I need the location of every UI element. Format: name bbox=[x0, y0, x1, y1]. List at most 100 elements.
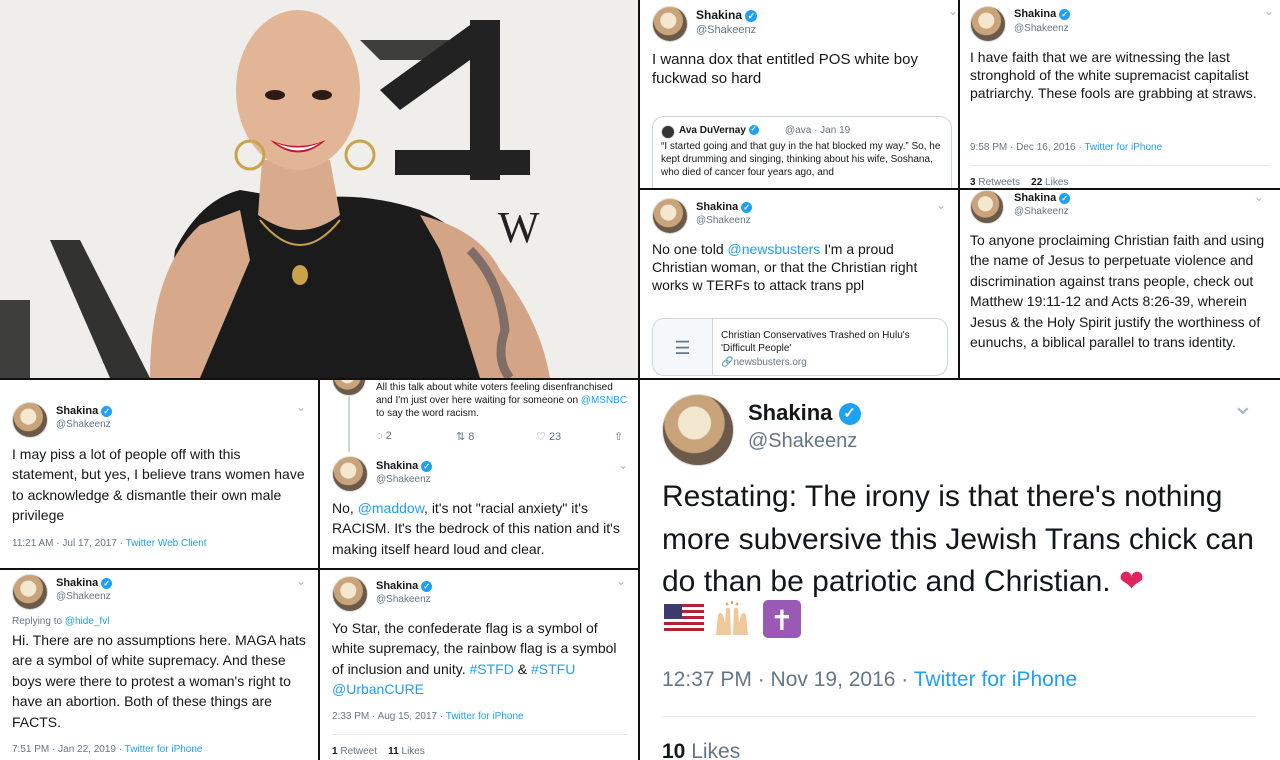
mention-link[interactable]: @MSNBC bbox=[581, 395, 627, 406]
tweet-text: No, @maddow, it's not "racial anxiety" i… bbox=[332, 500, 620, 557]
chevron-down-icon[interactable]: ⌄ bbox=[296, 574, 306, 588]
link-card[interactable]: ☰ Christian Conservatives Trashed on Hul… bbox=[652, 318, 948, 376]
tweet-text: To anyone proclaiming Christian faith an… bbox=[970, 232, 1265, 351]
chevron-down-icon[interactable]: ⌄ bbox=[296, 400, 306, 414]
tweet-text: Yo Star, the confederate flag is a symbo… bbox=[332, 620, 617, 698]
link-icon: 🔗 bbox=[721, 357, 734, 368]
timestamp[interactable]: 9:58 PM · Dec 16, 2016 · Twitter for iPh… bbox=[970, 142, 1162, 153]
engagement-stats[interactable]: 10 Likes bbox=[662, 740, 740, 760]
parent-avatar[interactable] bbox=[332, 380, 366, 396]
tweet-card-flag[interactable]: Shakina ✓ @Shakeenz ⌄ Yo Star, the confe… bbox=[320, 570, 638, 760]
display-name[interactable]: Shakina ✓ bbox=[376, 580, 433, 592]
verified-badge-icon: ✓ bbox=[1059, 192, 1071, 204]
engagement-stats[interactable]: 1 Retweet 11 Likes bbox=[332, 746, 425, 757]
verified-badge-icon: ✓ bbox=[748, 125, 759, 136]
mention-link[interactable]: @UrbanCURE bbox=[332, 681, 424, 697]
avatar[interactable] bbox=[332, 456, 368, 492]
username[interactable]: @Shakeenz bbox=[56, 591, 111, 602]
username[interactable]: @Shakeenz bbox=[376, 474, 431, 485]
tweet-text: Hi. There are no assumptions here. MAGA … bbox=[12, 632, 306, 730]
verified-badge-icon: ✓ bbox=[745, 9, 758, 22]
verified-badge-icon: ✓ bbox=[421, 580, 433, 592]
timestamp[interactable]: 2:33 PM · Aug 15, 2017 · Twitter for iPh… bbox=[332, 711, 524, 722]
username[interactable]: @Shakeenz bbox=[1014, 206, 1069, 217]
timestamp[interactable]: 11:21 AM · Jul 17, 2017 · Twitter Web Cl… bbox=[12, 538, 207, 549]
verified-badge-icon: ✓ bbox=[838, 403, 861, 426]
share-icon[interactable]: ⇧ bbox=[614, 430, 623, 443]
display-name[interactable]: Shakina ✓ bbox=[56, 577, 113, 589]
timestamp[interactable]: 7:51 PM · Jan 22, 2019 · Twitter for iPh… bbox=[12, 744, 202, 755]
tweet-card-eunuchs[interactable]: Shakina ✓ @Shakeenz ⌄ To anyone proclaim… bbox=[960, 190, 1280, 378]
username[interactable]: @Shakeenz bbox=[696, 215, 751, 226]
mention-link[interactable]: @maddow bbox=[358, 500, 424, 516]
quoted-handle: @ava · Jan 19 bbox=[785, 125, 851, 136]
engagement-stats[interactable]: 3 Retweets 22 Likes bbox=[970, 177, 1068, 188]
reply-icon: ◌ bbox=[376, 430, 383, 442]
wall-letters: W bbox=[498, 203, 540, 252]
chevron-down-icon[interactable]: ⌄ bbox=[618, 458, 628, 472]
parent-tweet-text: All this talk about white voters feeling… bbox=[376, 382, 628, 419]
mention-link[interactable]: @hide_fvl bbox=[65, 616, 110, 627]
divider bbox=[662, 716, 1256, 717]
display-name[interactable]: Shakina ✓ bbox=[56, 405, 113, 417]
display-name[interactable]: Shakina ✓ bbox=[696, 201, 753, 213]
verified-badge-icon: ✓ bbox=[101, 577, 113, 589]
username[interactable]: @Shakeenz bbox=[748, 430, 857, 453]
portrait-photo bbox=[0, 0, 638, 378]
tweet-text: Restating: The irony is that there's not… bbox=[662, 480, 1254, 599]
username[interactable]: @Shakeenz bbox=[696, 24, 756, 36]
article-icon: ☰ bbox=[653, 319, 713, 375]
username[interactable]: @Shakeenz bbox=[56, 419, 111, 430]
card-domain: 🔗newsbusters.org bbox=[721, 357, 807, 368]
display-name[interactable]: Shakina ✓ bbox=[1014, 8, 1071, 20]
chevron-down-icon[interactable]: ⌄ bbox=[1254, 190, 1264, 204]
avatar[interactable] bbox=[652, 198, 688, 234]
tweet-card-faith[interactable]: Shakina ✓ @Shakeenz ⌄ I have faith that … bbox=[960, 0, 1280, 188]
avatar[interactable] bbox=[332, 576, 368, 612]
verified-badge-icon: ✓ bbox=[1059, 8, 1071, 20]
thread-line bbox=[348, 396, 350, 452]
display-name[interactable]: Shakina ✓ bbox=[696, 8, 758, 22]
reply-button[interactable]: ◌ 2 bbox=[376, 430, 392, 442]
display-name[interactable]: Shakina ✓ bbox=[1014, 192, 1071, 204]
divider bbox=[332, 734, 628, 735]
like-button[interactable]: ♡ 23 bbox=[536, 430, 561, 443]
avatar[interactable] bbox=[12, 402, 48, 438]
chevron-down-icon[interactable]: ⌄ bbox=[936, 198, 946, 212]
quoted-name: Ava DuVernay ✓ bbox=[679, 125, 759, 136]
tweet-card-newsbusters[interactable]: Shakina ✓ @Shakeenz ⌄ No one told @newsb… bbox=[640, 190, 958, 378]
chevron-down-icon[interactable]: ⌄ bbox=[616, 574, 626, 588]
avatar[interactable] bbox=[652, 6, 688, 42]
chevron-down-icon[interactable]: ⌄ bbox=[948, 4, 958, 18]
tweet-card-restating[interactable]: Shakina ✓ @Shakeenz ⌄ Restating: The iro… bbox=[640, 380, 1280, 760]
verified-badge-icon: ✓ bbox=[741, 201, 753, 213]
display-name[interactable]: Shakina ✓ bbox=[376, 460, 433, 472]
svg-text:✝: ✝ bbox=[770, 604, 793, 637]
verified-badge-icon: ✓ bbox=[421, 460, 433, 472]
tweet-card-privilege[interactable]: Shakina ✓ @Shakeenz ⌄ I may piss a lot o… bbox=[0, 380, 318, 568]
tweet-card-maga[interactable]: Shakina ✓ @Shakeenz ⌄ Replying to @hide_… bbox=[0, 570, 318, 760]
retweet-icon: ⇅ bbox=[456, 431, 466, 443]
hashtag-link[interactable]: #STFU bbox=[531, 661, 575, 677]
tweet-card-dox[interactable]: Shakina ✓ @Shakeenz ⌄ I wanna dox that e… bbox=[640, 0, 958, 188]
photo-panel: W bbox=[0, 0, 638, 378]
hashtag-link[interactable]: #STFD bbox=[470, 661, 514, 677]
tweet-card-maddow[interactable]: All this talk about white voters feeling… bbox=[320, 380, 638, 568]
username[interactable]: @Shakeenz bbox=[1014, 23, 1069, 34]
username[interactable]: @Shakeenz bbox=[376, 594, 431, 605]
quoted-tweet[interactable]: Ava DuVernay ✓ @ava · Jan 19 “I started … bbox=[652, 116, 952, 188]
display-name[interactable]: Shakina ✓ bbox=[748, 400, 861, 426]
avatar[interactable] bbox=[662, 394, 734, 466]
chevron-down-icon[interactable]: ⌄ bbox=[1264, 4, 1274, 18]
chevron-down-icon[interactable]: ⌄ bbox=[1232, 390, 1254, 421]
mention-link[interactable]: @newsbusters bbox=[728, 241, 821, 257]
avatar[interactable] bbox=[12, 574, 48, 610]
retweet-button[interactable]: ⇅ 8 bbox=[456, 430, 474, 443]
avatar[interactable] bbox=[970, 6, 1006, 42]
us-flag-icon bbox=[664, 604, 704, 634]
avatar[interactable] bbox=[970, 190, 1004, 224]
tweet-text: No one told @newsbusters I'm a proud Chr… bbox=[652, 241, 918, 294]
card-title: Christian Conservatives Trashed on Hulu'… bbox=[721, 330, 910, 354]
timestamp[interactable]: 12:37 PM · Nov 19, 2016 · Twitter for iP… bbox=[662, 668, 1077, 692]
quoted-text: “I started going and that guy in the hat… bbox=[661, 141, 941, 178]
